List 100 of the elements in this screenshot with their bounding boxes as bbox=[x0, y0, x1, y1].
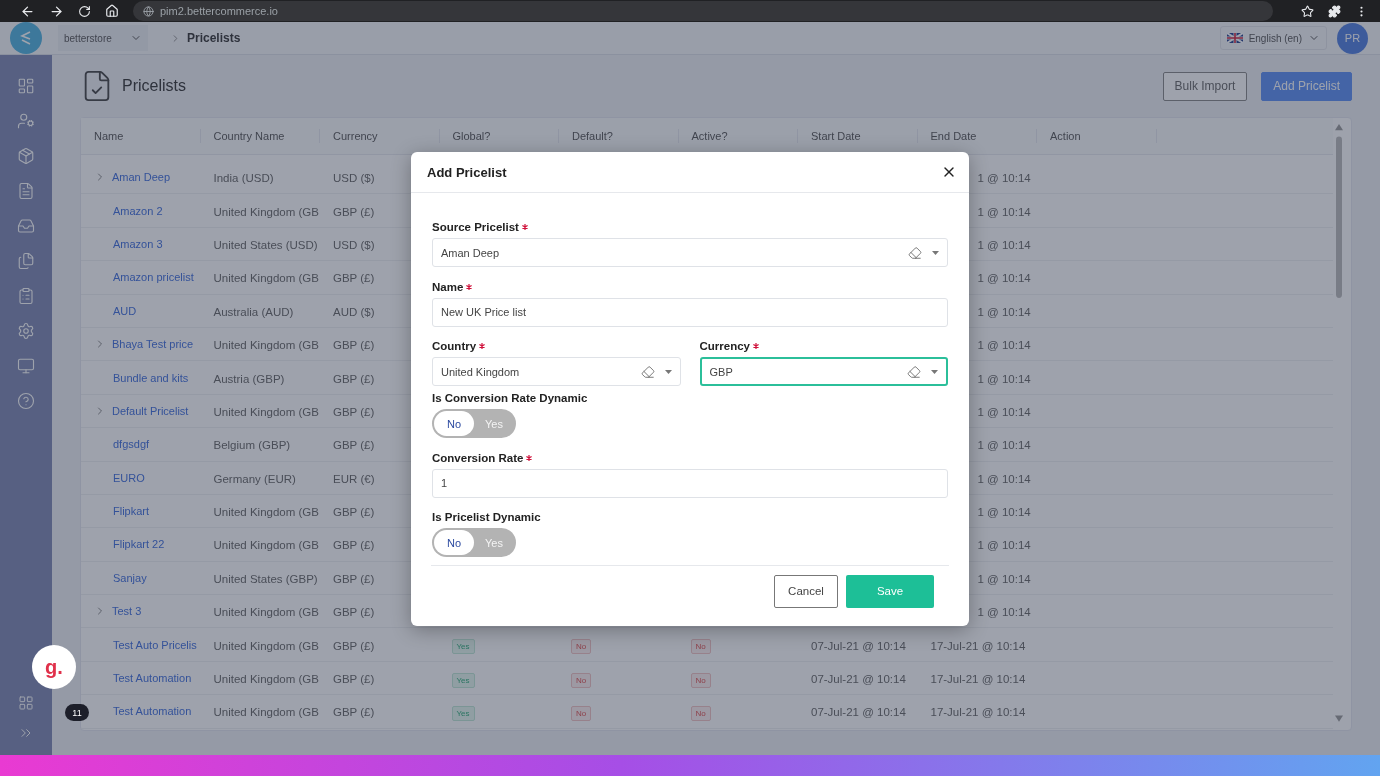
clipboard-list-icon[interactable] bbox=[17, 287, 35, 305]
pricelist-link[interactable]: Amazon pricelist bbox=[113, 271, 194, 284]
column-header[interactable]: Action bbox=[1037, 129, 1157, 143]
table-cell: GBP (£) bbox=[333, 506, 375, 519]
status-badge: No bbox=[690, 639, 711, 655]
column-header[interactable]: Default? bbox=[559, 129, 679, 143]
box-icon[interactable] bbox=[17, 147, 35, 165]
table-cell: GBP (£) bbox=[333, 673, 375, 686]
field-label: Source Pricelist bbox=[432, 221, 519, 233]
column-header[interactable]: Currency bbox=[320, 129, 440, 143]
pricelist-link[interactable]: Test Automation bbox=[113, 672, 192, 685]
column-header[interactable]: End Date bbox=[917, 129, 1037, 143]
pricelist-link[interactable]: Aman Deep bbox=[112, 171, 171, 184]
column-header[interactable]: Global? bbox=[439, 129, 559, 143]
cancel-button[interactable]: Cancel bbox=[774, 574, 838, 608]
pricelist-link[interactable]: Flipkart bbox=[113, 505, 150, 518]
table-cell: USD ($) bbox=[333, 172, 375, 185]
table-cell: 07-Jul-21 @ 10:14 bbox=[811, 673, 906, 686]
grid-icon[interactable] bbox=[18, 695, 34, 711]
monitor-icon[interactable] bbox=[17, 357, 35, 375]
pricelist-link[interactable]: Sanjay bbox=[113, 571, 147, 584]
column-header[interactable]: Start Date bbox=[798, 129, 918, 143]
pricelist-link[interactable]: Flipkart 22 bbox=[113, 538, 165, 551]
table-cell: 1 @ 10:14 bbox=[977, 238, 1031, 251]
pricelist-link[interactable]: Amazon 3 bbox=[113, 237, 163, 250]
table-cell: GBP (£) bbox=[333, 439, 375, 452]
status-badge: No bbox=[571, 639, 592, 655]
toggle-option[interactable]: No bbox=[434, 530, 474, 556]
table-cell: United States (USD) bbox=[213, 238, 318, 251]
eraser-icon[interactable] bbox=[640, 364, 655, 379]
help-icon[interactable] bbox=[17, 392, 35, 410]
logo-icon bbox=[19, 30, 33, 46]
table-cell: United Kingdom (GB bbox=[213, 639, 319, 652]
pricelist-link[interactable]: Test 3 bbox=[112, 605, 142, 618]
add-button[interactable]: Add Pricelist bbox=[1261, 71, 1352, 101]
field-label: Conversion Rate bbox=[432, 451, 524, 464]
table-cell: GBP (£) bbox=[333, 606, 375, 619]
field-label: Is Pricelist Dynamic bbox=[432, 511, 541, 524]
pricelist-link[interactable]: Default Pricelist bbox=[112, 404, 189, 417]
settings-icon[interactable] bbox=[17, 322, 35, 340]
table-cell: Germany (EUR) bbox=[213, 472, 296, 485]
select-field[interactable]: United Kingdom bbox=[432, 357, 681, 387]
table-cell: United Kingdom (GB bbox=[213, 706, 319, 719]
import-button[interactable]: Bulk Import bbox=[1162, 71, 1248, 101]
input-field[interactable]: New UK Price list bbox=[432, 297, 948, 327]
inbox-icon[interactable] bbox=[17, 217, 35, 235]
toggle-switch[interactable]: No Yes bbox=[432, 409, 516, 439]
select-field[interactable]: GBP bbox=[699, 357, 948, 387]
reload-icon[interactable] bbox=[78, 4, 91, 18]
eraser-icon[interactable] bbox=[907, 364, 921, 379]
dashboard-icon[interactable] bbox=[17, 77, 35, 95]
pricelist-link[interactable]: Bhaya Test price bbox=[112, 338, 194, 351]
save-button[interactable]: Save bbox=[846, 574, 934, 608]
table-cell: 17-Jul-21 @ 10:14 bbox=[930, 706, 1026, 719]
pricelist-link[interactable]: AUD bbox=[113, 304, 137, 317]
files-icon[interactable] bbox=[17, 252, 35, 270]
pricelist-link[interactable]: Amazon 2 bbox=[113, 204, 163, 217]
table-cell: USD ($) bbox=[333, 238, 375, 251]
page-title: Pricelists bbox=[122, 77, 186, 95]
toggle-option[interactable]: Yes bbox=[474, 530, 514, 556]
table-cell: United Kingdom (GB bbox=[213, 272, 319, 285]
pricelist-link[interactable]: Bundle and kits bbox=[113, 371, 189, 384]
select-field[interactable]: Aman Deep bbox=[432, 238, 948, 267]
language-select[interactable]: English (en) bbox=[1219, 26, 1327, 50]
home-icon[interactable] bbox=[105, 4, 119, 18]
chat-widget[interactable]: g. bbox=[32, 645, 76, 689]
pricelist-link[interactable]: dfgsdgf bbox=[113, 438, 150, 451]
table-cell: 17-Jul-21 @ 10:14 bbox=[930, 639, 1026, 652]
eraser-icon[interactable] bbox=[908, 245, 922, 260]
pricelist-link[interactable]: Test Automation bbox=[113, 705, 192, 718]
table-cell: GBP (£) bbox=[333, 205, 375, 218]
column-header[interactable]: Country Name bbox=[200, 129, 320, 143]
user-gear-icon[interactable] bbox=[17, 112, 35, 130]
table-cell: 1 @ 10:14 bbox=[977, 472, 1031, 485]
toggle-option[interactable]: Yes bbox=[474, 411, 514, 437]
caret-icon[interactable] bbox=[931, 369, 938, 374]
table-cell: 1 @ 10:14 bbox=[977, 172, 1031, 185]
column-header[interactable]: Name bbox=[81, 129, 201, 143]
pricelist-link[interactable]: Test Auto Pricelis bbox=[113, 638, 197, 651]
caret-icon[interactable] bbox=[932, 250, 939, 255]
table-cell: 1 @ 10:14 bbox=[977, 539, 1031, 552]
forward-icon[interactable] bbox=[49, 3, 64, 19]
document-icon[interactable] bbox=[17, 182, 35, 200]
user-avatar[interactable]: PR bbox=[1337, 22, 1368, 54]
toggle-option[interactable]: No bbox=[434, 411, 474, 437]
table-cell: 1 @ 10:14 bbox=[977, 405, 1031, 418]
table-cell: GBP (£) bbox=[333, 372, 375, 385]
address-bar[interactable]: pim2.bettercommerce.io bbox=[133, 1, 1273, 21]
status-badge: No bbox=[690, 672, 711, 688]
back-icon[interactable] bbox=[20, 3, 35, 19]
pricelist-link[interactable]: EURO bbox=[113, 471, 145, 484]
star-icon[interactable] bbox=[1301, 4, 1314, 18]
column-header[interactable]: Active? bbox=[678, 129, 798, 143]
toggle-switch[interactable]: No Yes bbox=[432, 528, 516, 558]
store-select[interactable]: betterstore bbox=[58, 25, 148, 51]
field-label: Currency bbox=[699, 340, 750, 353]
puzzle-icon[interactable] bbox=[1328, 4, 1341, 18]
caret-icon[interactable] bbox=[664, 369, 672, 374]
input-field[interactable]: 1 bbox=[432, 468, 948, 498]
table-cell: 1 @ 10:14 bbox=[977, 439, 1031, 452]
